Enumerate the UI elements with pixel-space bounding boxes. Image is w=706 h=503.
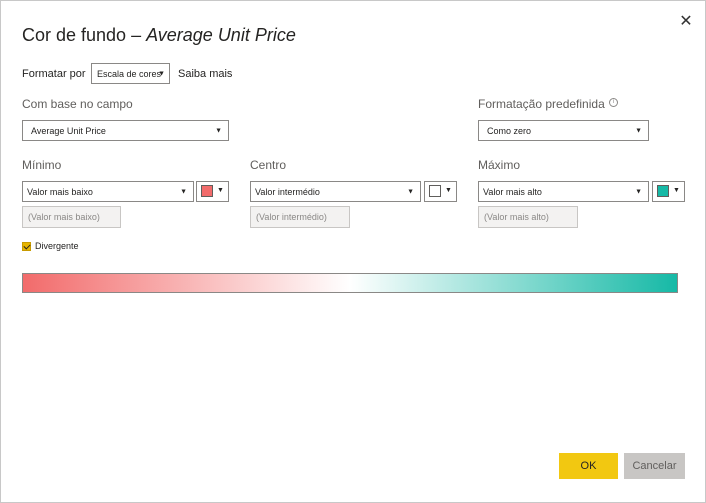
minimum-placeholder: (Valor mais baixo): [28, 212, 100, 222]
chevron-down-icon: ▼: [158, 70, 165, 77]
chevron-down-icon: ▼: [635, 127, 642, 134]
based-on-field-value: Average Unit Price: [31, 125, 106, 136]
format-by-select[interactable]: Escala de cores ▼: [91, 63, 170, 84]
based-on-field-label: Com base no campo: [22, 97, 133, 111]
center-color-picker[interactable]: ▼: [424, 181, 457, 202]
minimum-color-picker[interactable]: ▼: [196, 181, 229, 202]
chevron-down-icon: ▼: [445, 187, 452, 194]
maximum-value-input[interactable]: (Valor mais alto): [478, 206, 578, 228]
chevron-down-icon: ▼: [635, 188, 642, 195]
maximum-color-swatch: [657, 185, 669, 197]
chevron-down-icon: ▼: [180, 188, 187, 195]
chevron-down-icon: ▼: [407, 188, 414, 195]
center-label: Centro: [250, 158, 287, 172]
chevron-down-icon: ▼: [217, 187, 224, 194]
format-by-label: Formatar por: [22, 68, 86, 80]
color-scale-preview: [22, 273, 678, 293]
minimum-value-input[interactable]: (Valor mais baixo): [22, 206, 121, 228]
dialog-title-prefix: Cor de fundo –: [22, 25, 147, 45]
maximum-value: Valor mais alto: [483, 186, 542, 197]
center-select[interactable]: Valor intermédio ▼: [250, 181, 421, 202]
center-value-input[interactable]: (Valor intermédio): [250, 206, 350, 228]
background-color-dialog: Cor de fundo – Average Unit Price ✕ Form…: [0, 0, 706, 503]
info-icon[interactable]: i: [609, 98, 618, 107]
minimum-value: Valor mais baixo: [27, 186, 93, 197]
minimum-label: Mínimo: [22, 158, 62, 172]
diverging-label: Divergente: [35, 241, 79, 251]
minimum-color-swatch: [201, 185, 213, 197]
ok-button[interactable]: OK: [559, 453, 618, 479]
cancel-button[interactable]: Cancelar: [624, 453, 685, 479]
maximum-select[interactable]: Valor mais alto ▼: [478, 181, 649, 202]
dialog-title: Cor de fundo – Average Unit Price: [22, 25, 296, 46]
learn-more-link[interactable]: Saiba mais: [178, 68, 232, 80]
format-by-value: Escala de cores: [97, 68, 162, 79]
maximum-label: Máximo: [478, 158, 521, 172]
based-on-field-select[interactable]: Average Unit Price ▼: [22, 120, 229, 141]
center-value: Valor intermédio: [255, 186, 320, 197]
default-format-label: Formatação predefinida: [478, 97, 605, 111]
minimum-select[interactable]: Valor mais baixo ▼: [22, 181, 194, 202]
diverging-checkbox[interactable]: [22, 242, 31, 251]
close-icon[interactable]: ✕: [678, 13, 694, 31]
center-placeholder: (Valor intermédio): [256, 212, 327, 222]
chevron-down-icon: ▼: [673, 187, 680, 194]
default-format-select[interactable]: Como zero ▼: [478, 120, 649, 141]
dialog-title-field: Average Unit Price: [146, 25, 296, 45]
center-color-swatch: [429, 185, 441, 197]
maximum-placeholder: (Valor mais alto): [484, 212, 549, 222]
chevron-down-icon: ▼: [215, 127, 222, 134]
maximum-color-picker[interactable]: ▼: [652, 181, 685, 202]
default-format-value: Como zero: [487, 125, 532, 136]
